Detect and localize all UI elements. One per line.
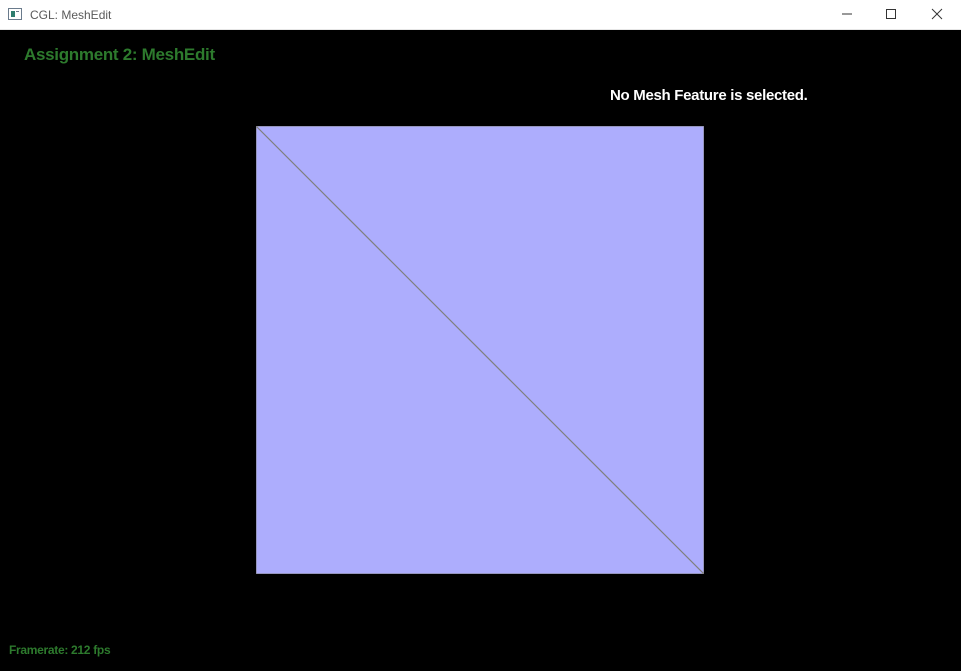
title-bar[interactable]: CGL: MeshEdit <box>0 0 961 30</box>
window-title: CGL: MeshEdit <box>30 8 112 22</box>
mesh-square[interactable] <box>256 126 704 574</box>
selection-info: No Mesh Feature is selected. <box>610 87 808 104</box>
close-button[interactable] <box>914 0 960 29</box>
assignment-title: Assignment 2: MeshEdit <box>24 45 215 64</box>
app-icon <box>8 8 22 20</box>
minimize-button[interactable] <box>824 0 870 29</box>
maximize-icon <box>886 9 896 19</box>
maximize-button[interactable] <box>868 0 914 29</box>
framerate-label: Framerate: 212 fps <box>9 643 111 657</box>
render-viewport[interactable]: Assignment 2: MeshEdit No Mesh Feature i… <box>0 30 961 671</box>
meshedit-window: CGL: MeshEdit Assignment 2: MeshEdit No … <box>0 0 961 671</box>
minimize-icon <box>842 13 852 15</box>
close-icon <box>931 8 943 20</box>
